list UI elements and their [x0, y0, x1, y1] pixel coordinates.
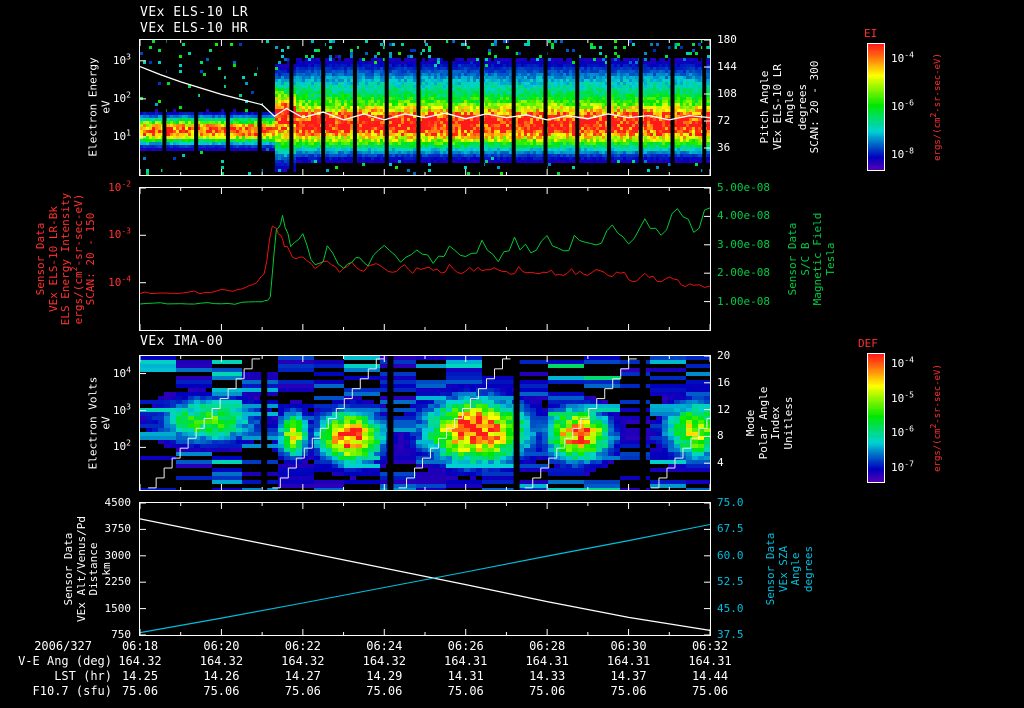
- date-label: 2006/327: [34, 639, 92, 653]
- axis-tick-label: 4500: [104, 496, 132, 509]
- label-line: ergs/(cm2-sr-sec-eV): [929, 53, 943, 161]
- footer-value: 164.32: [281, 654, 325, 668]
- footer-value: 14.37: [610, 669, 647, 683]
- label-line: Mode: [744, 409, 757, 437]
- axis-tick-label: 10-6: [891, 424, 914, 440]
- intensity-magfield-plot: [139, 187, 711, 331]
- axis-tick-label: 1.00e-08: [717, 294, 770, 308]
- footer-value: 75.06: [121, 684, 159, 698]
- panel3-title: VEx IMA-00: [140, 334, 224, 349]
- els-energy-spectrogram: [139, 39, 711, 176]
- p4-right-axis: 75.0 67.5 60.0 52.5 45.0 37.5: [714, 496, 760, 641]
- footer-value: 14.44: [691, 669, 729, 683]
- ima-colorbar: [867, 353, 885, 483]
- footer-value: 164.31: [688, 654, 732, 668]
- footer-value: 75.06: [691, 684, 729, 698]
- axis-tick-label: 52.5: [717, 575, 744, 589]
- label-line: Sensor Data: [62, 532, 75, 606]
- footer-value: 164.31: [444, 654, 488, 668]
- footer-value: 164.31: [606, 654, 651, 668]
- label-line: SCAN: 20 - 150: [83, 212, 97, 306]
- label-line: Unitless: [781, 396, 795, 450]
- axis-tick-label: 10-4: [891, 50, 914, 66]
- els-colorbar: [867, 43, 885, 171]
- footer-value: 164.32: [362, 654, 406, 668]
- vex-quicklook-plot: VEx ELS-10 LR VEx ELS-10 HR VEx IMA-00 E…: [0, 0, 1024, 708]
- axis-tick-label: 4.00e-08: [717, 209, 770, 223]
- time-axis-label: 06:28: [529, 639, 566, 653]
- time-axis-label: 06:32: [691, 639, 729, 653]
- footer-value: 75.06: [610, 684, 647, 698]
- ima-spectrogram: [139, 355, 711, 491]
- label-line: Sensor Data: [764, 532, 777, 606]
- footer-value: 75.06: [366, 684, 403, 698]
- time-axis-label: 06:26: [447, 639, 484, 653]
- footer-value: 75.06: [447, 684, 484, 698]
- label-line: km: [99, 562, 113, 576]
- altitude-sza-plot: [139, 502, 711, 636]
- label-line: ergs/(cm2-sr-sec-eV): [929, 364, 943, 472]
- axis-tick-label: 180: [717, 33, 737, 46]
- label-line: degrees: [801, 545, 815, 593]
- footer-value: 75.06: [284, 684, 321, 698]
- axis-tick-label: 60.0: [717, 548, 744, 562]
- footer-value: 164.31: [525, 654, 569, 668]
- axis-tick-label: 75.0: [717, 496, 744, 509]
- time-axis-label: 06:30: [610, 639, 647, 653]
- axis-tick-label: 20: [717, 349, 731, 362]
- label-line: Angle: [782, 90, 796, 124]
- footer-value: 14.33: [529, 669, 566, 683]
- footer-row-label: V-E Ang (deg): [18, 654, 112, 668]
- footer-value: 14.27: [284, 669, 321, 683]
- axis-tick-label: 10-6: [891, 98, 914, 113]
- axis-tick-label: 10-4: [891, 355, 914, 371]
- time-axis-label: 06:24: [366, 639, 403, 653]
- label-line: Electron Energy: [86, 57, 100, 157]
- label-line: Angle: [789, 552, 802, 586]
- ima-colorbar-ticks: 10-4 10-5 10-6 10-7: [888, 354, 932, 482]
- time-axis-label: 06:22: [284, 639, 321, 653]
- footer-value: 14.31: [447, 669, 484, 683]
- axis-tick-label: 2.00e-08: [717, 266, 770, 280]
- footer-row-label: LST (hr): [54, 669, 112, 683]
- time-axis-label: 06:20: [203, 639, 240, 653]
- footer-value: 14.25: [121, 669, 159, 683]
- footer-value: 14.29: [366, 669, 403, 683]
- axis-tick-label: 45.0: [717, 601, 744, 615]
- label-line: eV: [99, 100, 112, 114]
- footer-value: 14.26: [203, 669, 240, 683]
- footer-value: 164.32: [199, 654, 244, 668]
- p2-right-axis: 5.00e-08 4.00e-08 3.00e-08 2.00e-08 1.00e-08: [714, 181, 786, 330]
- footer-row-label: F10.7 (sfu): [32, 684, 112, 698]
- label-line: Distance: [87, 542, 100, 596]
- axis-tick-label: 10-7: [891, 459, 914, 474]
- label-line: Electron Volts: [86, 376, 100, 470]
- label-line: Sensor Data: [33, 222, 47, 296]
- axis-tick-label: 10-5: [891, 390, 914, 405]
- label-line: Index: [769, 406, 782, 440]
- label-line: Tesla: [823, 242, 837, 276]
- axis-tick-label: 67.5: [717, 522, 744, 536]
- label-line: SCAN: 20 - 300: [807, 60, 821, 154]
- panel1-title-line2: VEx ELS-10 HR: [140, 21, 249, 36]
- footer-value: 75.06: [203, 684, 240, 698]
- footer-value: 164.32: [118, 654, 162, 668]
- footer-value: 75.06: [529, 684, 566, 698]
- time-axis-label: 06:18: [121, 639, 159, 653]
- axis-tick-label: 3.00e-08: [717, 237, 770, 251]
- ima-colorbar-title: DEF: [858, 337, 878, 350]
- label-line: Sensor Data: [786, 222, 799, 296]
- axis-tick-label: 10-8: [891, 146, 914, 161]
- label-line: eV: [99, 416, 112, 430]
- axis-tick-label: 5.00e-08: [717, 181, 770, 194]
- label-line: ELS Energy Intensity: [58, 192, 72, 326]
- els-colorbar-ticks: 10-4 10-6 10-8: [888, 44, 932, 170]
- label-line: Pitch Angle: [757, 70, 771, 144]
- els-colorbar-title: EI: [864, 27, 878, 40]
- label-line: Magnetic Field: [811, 212, 824, 306]
- panel1-title-line1: VEx ELS-10 LR: [140, 5, 249, 20]
